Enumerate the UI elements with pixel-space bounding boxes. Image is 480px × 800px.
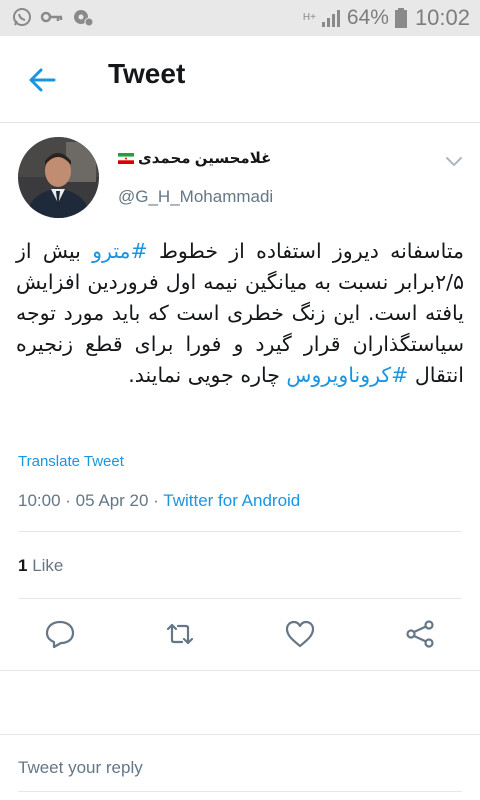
- reply-input[interactable]: [18, 751, 458, 785]
- network-type: H+: [302, 12, 316, 23]
- meta-separator: ·: [60, 491, 76, 510]
- action-bar: [0, 610, 480, 658]
- meta-divider: [18, 531, 462, 532]
- header-divider: [0, 122, 480, 123]
- status-left-icons: [12, 7, 94, 27]
- iran-flag-icon: [118, 152, 134, 164]
- hashtag-link[interactable]: #کروناویروس: [286, 363, 408, 387]
- avatar[interactable]: [18, 137, 99, 218]
- actions-divider: [0, 670, 480, 671]
- status-time: 10:02: [414, 5, 470, 30]
- tweet-time: 10:00: [18, 491, 61, 510]
- author-name-row[interactable]: غلامحسین محمدی: [118, 149, 271, 167]
- tweet-text-part: چاره جویی نمایند.: [128, 363, 287, 387]
- retweet-icon[interactable]: [164, 618, 196, 650]
- settings-badge-icon: [74, 10, 94, 27]
- signal-icon: [321, 10, 340, 27]
- user-handle[interactable]: @G_H_Mohammadi: [118, 187, 273, 207]
- translate-tweet-link[interactable]: Translate Tweet: [18, 453, 124, 470]
- battery-icon: [394, 8, 407, 28]
- stats-divider: [18, 598, 462, 599]
- battery-percent: 64%: [346, 6, 389, 29]
- hashtag-link[interactable]: #مترو: [92, 239, 148, 263]
- reply-box: [0, 735, 480, 800]
- client-link[interactable]: Twitter for Android: [163, 491, 300, 510]
- reply-underline: [18, 791, 462, 792]
- chevron-down-icon[interactable]: [444, 151, 464, 171]
- whatsapp-icon: [13, 8, 31, 26]
- likes-count-link[interactable]: 1 Like: [18, 556, 63, 576]
- app-header: Tweet: [0, 36, 480, 122]
- like-label: Like: [27, 556, 64, 575]
- status-right-icons: H+ 64% 10:02: [303, 5, 470, 31]
- back-arrow-icon[interactable]: [26, 64, 58, 96]
- like-icon[interactable]: [284, 618, 316, 650]
- tweet-text-part: متاسفانه دیروز استفاده از خطوط: [147, 239, 465, 263]
- page-title: Tweet: [108, 58, 186, 89]
- reply-icon[interactable]: [44, 618, 76, 650]
- display-name: غلامحسین محمدی: [138, 150, 272, 167]
- tweet-meta: 10:00 · 05 Apr 20 · Twitter for Android: [18, 491, 300, 511]
- tweet-text: متاسفانه دیروز استفاده از خطوط #مترو بیش…: [16, 236, 464, 391]
- status-bar: H+ 64% 10:02: [0, 0, 480, 36]
- key-icon: [40, 11, 63, 23]
- tweet-date: 05 Apr 20: [75, 491, 149, 510]
- share-icon[interactable]: [404, 618, 436, 650]
- meta-separator: ·: [148, 491, 164, 510]
